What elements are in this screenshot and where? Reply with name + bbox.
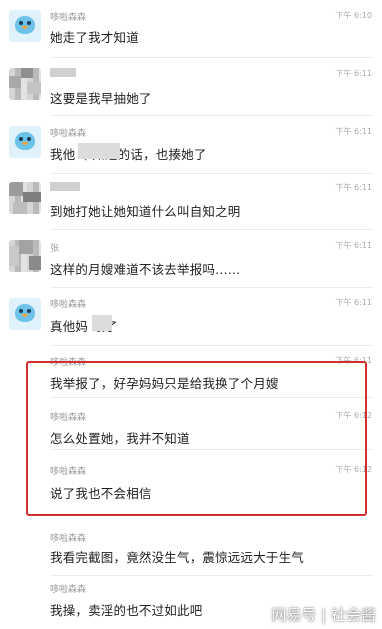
doraemon-bird-icon <box>15 16 35 34</box>
sender-name: 哆啦森森 <box>50 300 87 310</box>
sender-name: 哆啦森森 <box>50 129 87 139</box>
message-time: 下午 6:11 <box>335 183 372 192</box>
redaction <box>92 315 112 331</box>
watermark: 网易号 | 社会酱 <box>271 606 376 624</box>
chat-message[interactable]: 张 下午 6:11 这样的月嫂难道不该去举报吗…… <box>0 230 382 288</box>
chat-message[interactable]: 下午 6:11 这要是我早抽她了 <box>0 58 382 116</box>
avatar[interactable] <box>9 298 41 330</box>
avatar[interactable] <box>9 10 41 42</box>
message-time: 下午 6:11 <box>335 127 372 136</box>
sender-name: 哆啦森森 <box>50 585 87 595</box>
message-text: 我操，卖淫的也不过如此吧 <box>50 603 203 618</box>
sender-name: 张 <box>50 244 60 254</box>
message-time: 下午 6:11 <box>335 298 372 307</box>
doraemon-bird-icon <box>15 304 35 322</box>
chat-message[interactable]: 哆啦森森 下午 6:10 她走了我才知道 <box>0 0 382 58</box>
message-time: 下午 6:11 <box>335 241 372 250</box>
message-text: 这要是我早抽她了 <box>50 91 152 106</box>
chat-message[interactable]: 哆啦森森 我看完截图，竟然没生气，震惊远远大于生气 <box>0 526 382 576</box>
message-time: 下午 6:11 <box>335 69 372 78</box>
avatar[interactable] <box>9 68 41 100</box>
message-text: 她走了我才知道 <box>50 30 139 45</box>
avatar[interactable] <box>9 182 41 214</box>
chat-message[interactable]: 哆啦森森 下午 6:11 真他妈 眼了 <box>0 288 382 346</box>
message-text: 我看完截图，竟然没生气，震惊远远大于生气 <box>50 550 305 565</box>
highlight-box <box>26 361 367 516</box>
chat-message[interactable]: 哆啦森森 下午 6:11 我他 早知道的话，也揍她了 <box>0 116 382 174</box>
message-text: 到她打她让她知道什么叫自知之明 <box>50 204 241 219</box>
message-time: 下午 6:10 <box>335 11 372 20</box>
avatar[interactable] <box>9 240 41 272</box>
sender-name: 哆啦森森 <box>50 13 87 23</box>
chat-message[interactable]: 下午 6:11 到她打她让她知道什么叫自知之明 <box>0 174 382 230</box>
redaction <box>78 143 120 159</box>
doraemon-bird-icon <box>15 132 35 150</box>
sender-name: 哆啦森森 <box>50 534 87 544</box>
redaction <box>50 68 76 77</box>
redaction <box>50 182 80 191</box>
message-text: 我他 早知道的话，也揍她了 <box>50 147 207 162</box>
message-text: 这样的月嫂难道不该去举报吗…… <box>50 262 241 277</box>
avatar[interactable] <box>9 126 41 158</box>
